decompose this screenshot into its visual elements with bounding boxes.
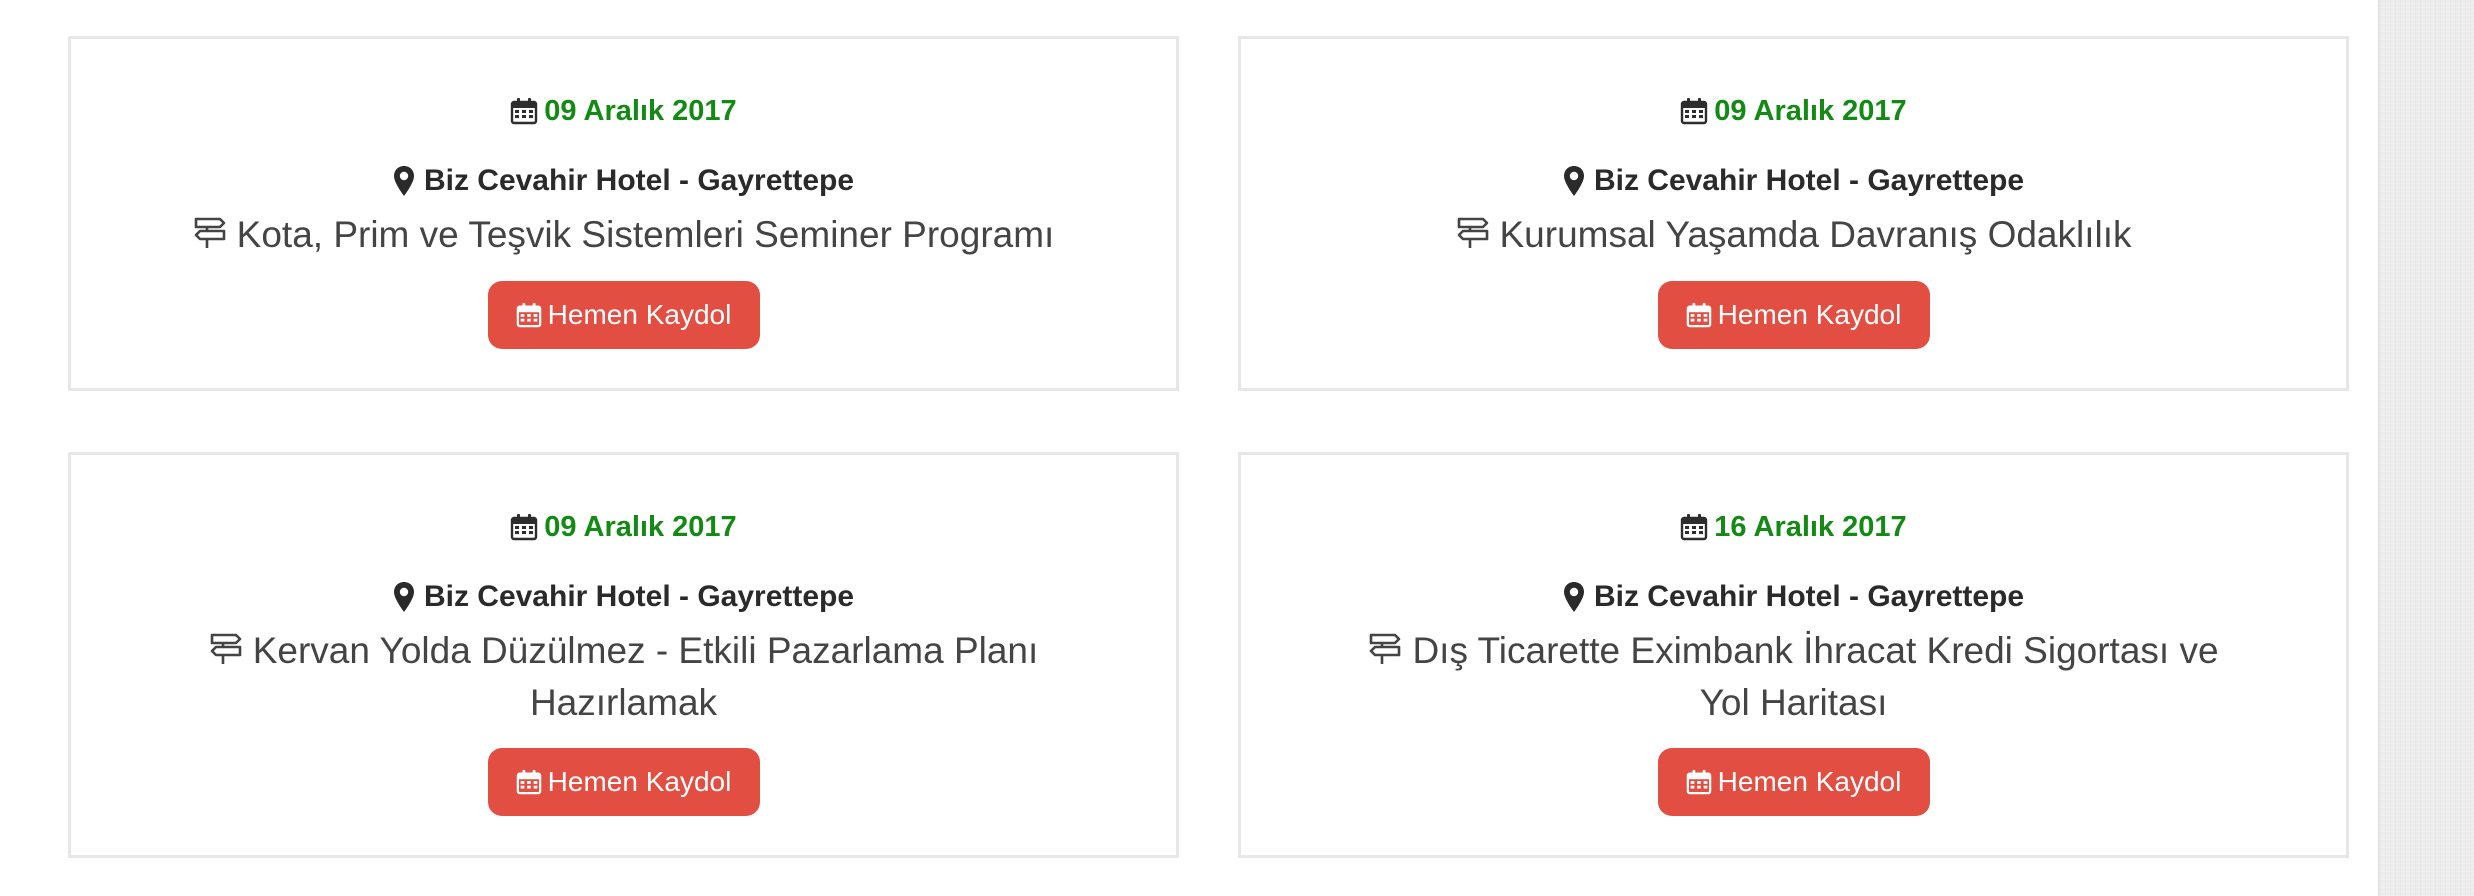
event-date: 09 Aralık 2017 bbox=[1241, 91, 2346, 131]
signpost-icon bbox=[1370, 633, 1401, 664]
event-title-text: Kurumsal Yaşamda Davranış Odaklılık bbox=[1499, 214, 2132, 255]
event-date-text: 09 Aralık 2017 bbox=[544, 94, 737, 127]
event-date-text: 16 Aralık 2017 bbox=[1714, 510, 1907, 543]
register-button[interactable]: Hemen Kaydol bbox=[487, 748, 760, 816]
event-title: Kota, Prim ve Teşvik Sistemleri Seminer … bbox=[191, 209, 1056, 261]
event-venue: Biz Cevahir Hotel - Gayrettepe bbox=[1241, 575, 2346, 619]
signpost-icon bbox=[1457, 217, 1488, 248]
register-button[interactable]: Hemen Kaydol bbox=[487, 281, 760, 349]
event-title-text: Kota, Prim ve Teşvik Sistemleri Seminer … bbox=[236, 214, 1055, 255]
register-button-label: Hemen Kaydol bbox=[547, 299, 732, 330]
event-date-text: 09 Aralık 2017 bbox=[1714, 94, 1907, 127]
calendar-icon bbox=[516, 302, 541, 328]
event-title-text: Dış Ticarette Eximbank İhracat Kredi Sig… bbox=[1412, 630, 2219, 723]
map-marker-icon bbox=[393, 582, 414, 612]
event-card: 09 Aralık 2017 Biz Cevahir Hotel - Gayre… bbox=[68, 36, 1179, 391]
map-marker-icon bbox=[1563, 582, 1584, 612]
event-venue-text: Biz Cevahir Hotel - Gayrettepe bbox=[423, 580, 855, 613]
map-marker-icon bbox=[393, 166, 414, 196]
event-date: 09 Aralık 2017 bbox=[71, 507, 1176, 547]
register-button-label: Hemen Kaydol bbox=[1717, 299, 1902, 330]
calendar-icon bbox=[1686, 769, 1711, 795]
calendar-icon bbox=[1681, 98, 1708, 125]
calendar-icon bbox=[511, 514, 538, 541]
register-button-label: Hemen Kaydol bbox=[547, 766, 732, 797]
calendar-icon bbox=[516, 769, 541, 795]
event-title: Kervan Yolda Düzülmez - Etkili Pazarlama… bbox=[191, 625, 1056, 729]
register-button-label: Hemen Kaydol bbox=[1717, 766, 1902, 797]
event-title-text: Kervan Yolda Düzülmez - Etkili Pazarlama… bbox=[252, 630, 1039, 723]
event-venue-text: Biz Cevahir Hotel - Gayrettepe bbox=[423, 164, 855, 197]
content-panel: 09 Aralık 2017 Biz Cevahir Hotel - Gayre… bbox=[0, 0, 2378, 896]
event-date-text: 09 Aralık 2017 bbox=[544, 510, 737, 543]
register-button[interactable]: Hemen Kaydol bbox=[1657, 281, 1930, 349]
event-card: 09 Aralık 2017 Biz Cevahir Hotel - Gayre… bbox=[68, 452, 1179, 858]
map-marker-icon bbox=[1563, 166, 1584, 196]
signpost-icon bbox=[194, 217, 225, 248]
event-title: Kurumsal Yaşamda Davranış Odaklılık bbox=[1361, 209, 2226, 261]
event-card: 09 Aralık 2017 Biz Cevahir Hotel - Gayre… bbox=[1238, 36, 2349, 391]
signpost-icon bbox=[210, 633, 241, 664]
register-button[interactable]: Hemen Kaydol bbox=[1657, 748, 1930, 816]
event-venue: Biz Cevahir Hotel - Gayrettepe bbox=[71, 575, 1176, 619]
event-date: 16 Aralık 2017 bbox=[1241, 507, 2346, 547]
event-date: 09 Aralık 2017 bbox=[71, 91, 1176, 131]
event-card: 16 Aralık 2017 Biz Cevahir Hotel - Gayre… bbox=[1238, 452, 2349, 858]
calendar-icon bbox=[511, 98, 538, 125]
event-title: Dış Ticarette Eximbank İhracat Kredi Sig… bbox=[1361, 625, 2226, 729]
event-venue: Biz Cevahir Hotel - Gayrettepe bbox=[71, 159, 1176, 203]
event-venue-text: Biz Cevahir Hotel - Gayrettepe bbox=[1593, 580, 2025, 613]
event-venue-text: Biz Cevahir Hotel - Gayrettepe bbox=[1593, 164, 2025, 197]
calendar-icon bbox=[1681, 514, 1708, 541]
calendar-icon bbox=[1686, 302, 1711, 328]
event-venue: Biz Cevahir Hotel - Gayrettepe bbox=[1241, 159, 2346, 203]
